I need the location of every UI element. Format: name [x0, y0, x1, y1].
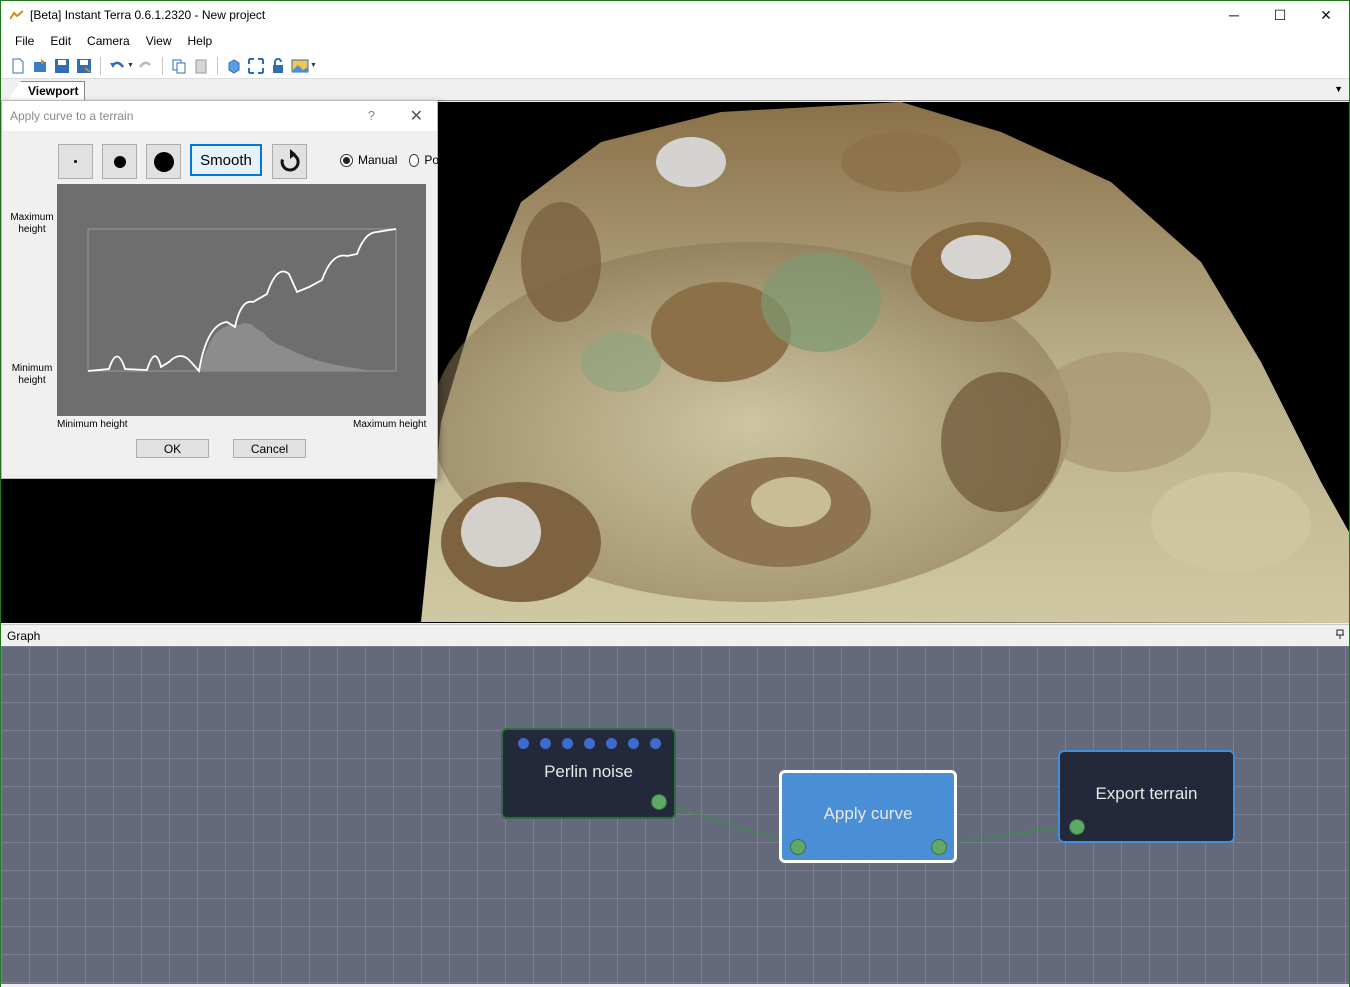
param-port[interactable] [628, 738, 639, 749]
node-apply-curve[interactable]: Apply curve [779, 770, 957, 863]
radio-other[interactable]: Po [409, 153, 439, 167]
node-perlin-noise[interactable]: Perlin noise [501, 728, 676, 819]
curve-graph[interactable] [57, 184, 426, 416]
y-max-label: Maximum height [10, 212, 54, 235]
param-port[interactable] [518, 738, 529, 749]
copy-icon[interactable] [170, 57, 188, 75]
menu-bar: File Edit Camera View Help [1, 29, 1349, 53]
minimize-button[interactable]: ─ [1211, 1, 1257, 29]
dialog-close-button[interactable]: ✕ [410, 106, 423, 126]
tab-dropdown-icon[interactable]: ▼ [1334, 84, 1343, 94]
maximize-button[interactable]: ☐ [1257, 1, 1303, 29]
save-icon[interactable] [53, 57, 71, 75]
viewport-tabstrip: Viewport ▼ [1, 80, 1349, 101]
brush-medium-button[interactable] [102, 144, 137, 179]
apply-curve-dialog: Apply curve to a terrain ? ✕ Smooth Manu… [1, 100, 439, 479]
node-export-label: Export terrain [1095, 783, 1198, 803]
small-dot-icon [74, 160, 77, 163]
app-logo-icon [10, 10, 24, 20]
radio-manual[interactable]: Manual [340, 153, 397, 167]
x-min-label: Minimum height [57, 419, 128, 430]
radio-other-label: Po [424, 153, 439, 167]
reset-button[interactable] [272, 144, 307, 179]
cube-icon[interactable] [225, 57, 243, 75]
toolbar-separator [217, 56, 218, 75]
medium-dot-icon [113, 155, 126, 168]
toolbar: ▼ ▼ [1, 53, 1349, 79]
menu-help[interactable]: Help [180, 29, 221, 53]
height-histogram [197, 323, 372, 371]
menu-view[interactable]: View [138, 29, 180, 53]
input-port[interactable] [790, 839, 806, 855]
toolbar-separator [162, 56, 163, 75]
menu-camera[interactable]: Camera [79, 29, 138, 53]
open-icon[interactable] [31, 57, 49, 75]
graph-panel-header: Graph [1, 624, 1349, 646]
undo-icon[interactable] [108, 57, 126, 75]
output-port[interactable] [651, 794, 667, 810]
reset-icon [280, 148, 300, 171]
paste-icon[interactable] [192, 57, 210, 75]
save-as-icon[interactable] [75, 57, 93, 75]
toolbar-separator [100, 56, 101, 75]
graph-panel-title: Graph [7, 628, 41, 643]
redo-icon[interactable] [137, 57, 155, 75]
image-dropdown-icon[interactable]: ▼ [310, 62, 317, 69]
radio-manual-label: Manual [358, 153, 398, 167]
brush-small-button[interactable] [58, 144, 93, 179]
tab-viewport[interactable]: Viewport [7, 81, 86, 101]
node-apply-curve-label: Apply curve [823, 803, 913, 823]
output-port[interactable] [931, 839, 947, 855]
image-icon[interactable] [291, 57, 309, 75]
cancel-button[interactable]: Cancel [233, 439, 306, 458]
close-button[interactable]: ✕ [1303, 1, 1349, 29]
curve-editor[interactable] [57, 184, 426, 416]
lock-icon[interactable] [269, 57, 287, 75]
param-port[interactable] [584, 738, 595, 749]
param-port[interactable] [540, 738, 551, 749]
title-bar: [Beta] Instant Terra 0.6.1.2320 - New pr… [1, 1, 1349, 29]
link-curve-to-export [937, 824, 1076, 846]
link-perlin-to-curve [658, 802, 798, 846]
large-dot-icon [153, 151, 174, 172]
radio-manual-indicator[interactable] [340, 153, 353, 167]
pin-icon[interactable] [1335, 629, 1345, 642]
dialog-title: Apply curve to a terrain [10, 109, 134, 123]
y-min-label: Minimum height [11, 363, 53, 386]
menu-file[interactable]: File [7, 29, 42, 53]
app-window: [Beta] Instant Terra 0.6.1.2320 - New pr… [0, 0, 1350, 987]
param-port[interactable] [606, 738, 617, 749]
ok-button[interactable]: OK [136, 439, 209, 458]
node-export-terrain[interactable]: Export terrain [1058, 750, 1235, 843]
param-port[interactable] [562, 738, 573, 749]
param-port[interactable] [650, 738, 661, 749]
radio-other-indicator[interactable] [409, 153, 420, 167]
fit-icon[interactable] [247, 57, 265, 75]
help-button[interactable]: ? [368, 108, 375, 123]
window-title: [Beta] Instant Terra 0.6.1.2320 - New pr… [30, 8, 266, 22]
menu-edit[interactable]: Edit [42, 29, 79, 53]
smooth-button[interactable]: Smooth [190, 144, 262, 176]
new-icon[interactable] [9, 57, 27, 75]
brush-large-button[interactable] [146, 144, 181, 179]
undo-dropdown-icon[interactable]: ▼ [127, 62, 134, 69]
x-max-label: Maximum height [353, 419, 427, 430]
node-perlin-label: Perlin noise [544, 761, 633, 781]
dialog-titlebar: Apply curve to a terrain ? ✕ [2, 101, 437, 131]
node-graph-canvas[interactable]: Perlin noise Apply curve Export terrain [1, 646, 1349, 984]
input-port[interactable] [1069, 819, 1085, 835]
